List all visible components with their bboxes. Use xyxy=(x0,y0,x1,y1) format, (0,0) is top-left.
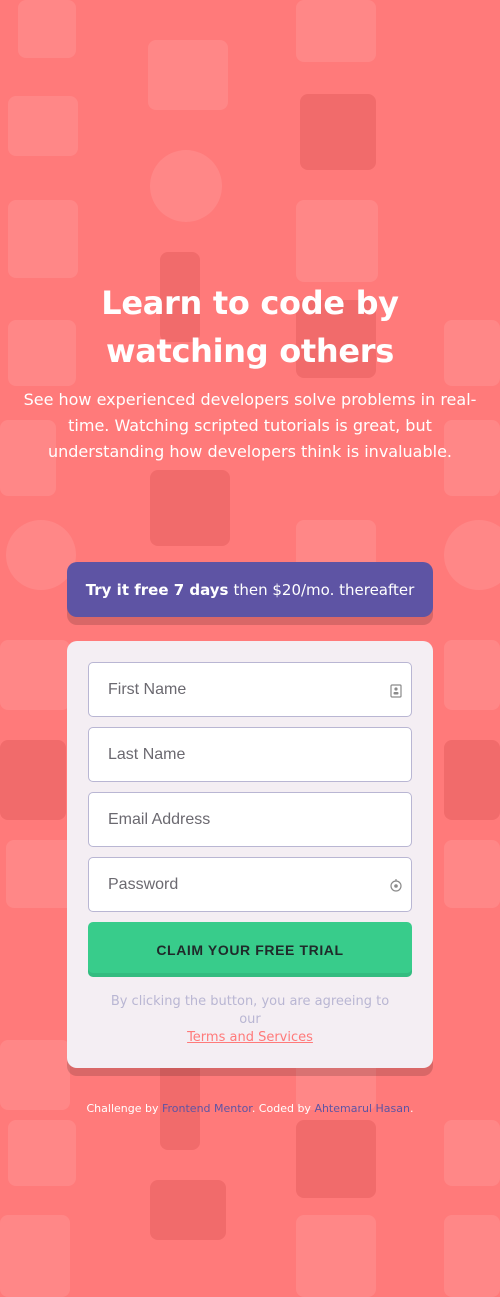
contact-card-icon xyxy=(390,683,402,698)
hero-description: See how experienced developers solve pro… xyxy=(23,390,477,461)
last-name-input[interactable] xyxy=(88,727,412,782)
rocket-icon-2 xyxy=(0,1215,70,1297)
email-input[interactable] xyxy=(88,792,412,847)
challenge-prefix: Challenge by xyxy=(86,1102,159,1115)
main-content: Learn to code by watching others See how… xyxy=(0,0,500,1115)
terms-prefix: By clicking the button, you are agreeing… xyxy=(110,994,390,1027)
bar-chart-icon-3 xyxy=(444,1120,500,1186)
gear-doc-icon-2 xyxy=(296,1120,376,1198)
author-link[interactable]: Ahtemarul Hasan xyxy=(314,1102,410,1115)
signup-form: CLAIM YOUR FREE TRIAL By clicking the bu… xyxy=(67,641,433,1068)
window-search-icon xyxy=(296,1215,376,1297)
coded-by-prefix: . Coded by xyxy=(251,1102,311,1115)
attribution-footer: Challenge by Frontend Mentor. Coded by A… xyxy=(0,1102,500,1115)
frontend-mentor-link[interactable]: Frontend Mentor xyxy=(162,1102,252,1115)
rocket-icon-3 xyxy=(444,1215,500,1297)
claim-free-trial-button[interactable]: CLAIM YOUR FREE TRIAL xyxy=(88,922,412,977)
password-input[interactable] xyxy=(88,857,412,912)
offer-price: then $20/mo. thereafter xyxy=(233,580,415,599)
offer-highlight: Try it free 7 days xyxy=(85,580,229,599)
password-field xyxy=(88,857,412,912)
email-field xyxy=(88,792,412,847)
first-name-field xyxy=(88,662,412,717)
first-name-input[interactable] xyxy=(88,662,412,717)
footer-suffix: . xyxy=(409,1102,414,1115)
last-name-field xyxy=(88,727,412,782)
pencil-doc-icon xyxy=(150,1180,226,1240)
free-trial-banner: Try it free 7 days then $20/mo. thereaft… xyxy=(67,562,433,617)
terms-link[interactable]: Terms and Services xyxy=(187,1029,313,1047)
terms-text: By clicking the button, you are agreeing… xyxy=(98,993,402,1047)
password-reveal-icon[interactable] xyxy=(390,878,402,892)
bar-chart-icon-2 xyxy=(8,1120,76,1186)
hero-title: Learn to code by watching others xyxy=(101,284,399,370)
